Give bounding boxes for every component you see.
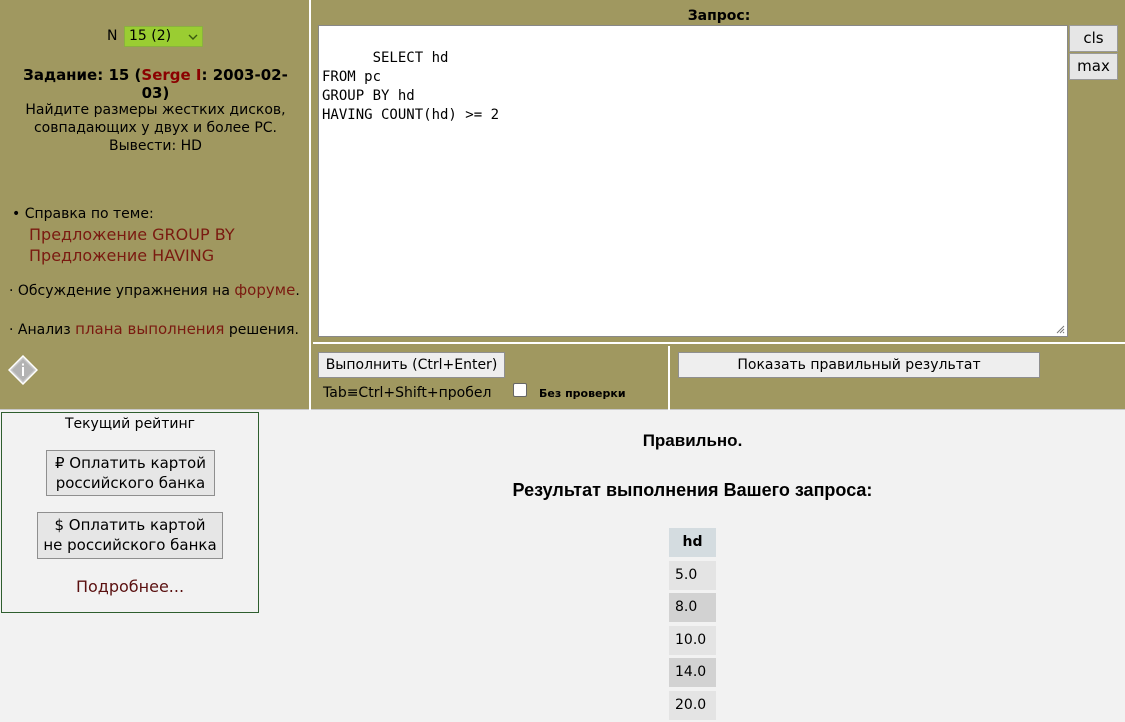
task-text: Найдите размеры жестких дисков, совпадаю…: [25, 102, 286, 154]
help-block: • Справка по теме: Предложение GROUP BY …: [12, 205, 304, 266]
show-result-panel: Показать правильный результат: [672, 346, 1125, 410]
task-selector[interactable]: 15 (2): [124, 26, 203, 47]
pay-nonrus-line2: не российского банка: [43, 536, 217, 554]
rating-box: Текущий рейтинг ₽ Оплатить картой россий…: [1, 412, 259, 613]
task-selector-value: 15 (2): [129, 28, 172, 44]
show-correct-result-button[interactable]: Показать правильный результат: [678, 352, 1040, 378]
help-link-having[interactable]: Предложение HAVING: [12, 245, 304, 266]
task-selector-label: N: [107, 28, 118, 44]
table-row: 8.0: [669, 593, 716, 622]
result-status: Правильно.: [642, 431, 743, 450]
run-panel: Выполнить (Ctrl+Enter) Tab≡Ctrl+Shift+пр…: [313, 346, 670, 410]
task-title-prefix: Задание: 15 (: [23, 66, 142, 84]
pay-nonrus-line1: $ Оплатить картой: [54, 516, 206, 534]
resize-grip-icon[interactable]: [1055, 324, 1065, 334]
forum-text: · Обсуждение упражнения на форуме.: [9, 281, 304, 301]
plan-suffix: решения.: [224, 322, 299, 338]
query-label: Запрос:: [687, 8, 751, 24]
no-check-label: Без проверки: [539, 387, 626, 400]
no-check-checkbox[interactable]: [513, 383, 527, 397]
clear-button[interactable]: cls: [1069, 25, 1118, 52]
forum-prefix: · Обсуждение упражнения на: [9, 283, 235, 299]
query-text: SELECT hd FROM pc GROUP BY hd HAVING COU…: [322, 50, 500, 123]
result-title: Результат выполнения Вашего запроса:: [512, 480, 873, 500]
result-table: hd 5.0 8.0 10.0 14.0 20.0: [669, 528, 716, 720]
plan-text: · Анализ плана выполнения решения.: [9, 320, 304, 340]
table-row: 10.0: [669, 625, 716, 655]
table-row: 5.0: [669, 560, 716, 590]
top-panel: N 15 (2) Задание: 15 (Serge I: 2003-02-0…: [0, 0, 1125, 410]
chevron-down-icon: [188, 34, 198, 40]
query-textarea[interactable]: SELECT hd FROM pc GROUP BY hd HAVING COU…: [318, 25, 1068, 337]
task-title: Задание: 15 (Serge I: 2003-02-03): [10, 66, 301, 102]
pay-foreign-card-button[interactable]: $ Оплатить картой не российского банка: [37, 512, 223, 559]
maximize-button[interactable]: max: [1069, 53, 1118, 80]
column-header-hd: hd: [669, 528, 716, 557]
pay-russian-card-button[interactable]: ₽ Оплатить картой российского банка: [46, 450, 215, 496]
run-button[interactable]: Выполнить (Ctrl+Enter): [318, 352, 505, 378]
more-link[interactable]: Подробнее...: [2, 577, 258, 596]
task-author: Serge I: [141, 66, 202, 84]
info-icon[interactable]: [8, 355, 38, 385]
plan-link[interactable]: плана выполнения: [75, 320, 224, 338]
table-row: 14.0: [669, 658, 716, 687]
forum-suffix: .: [295, 283, 300, 299]
help-link-group-by[interactable]: Предложение GROUP BY: [12, 224, 304, 245]
forum-link[interactable]: форуме: [234, 281, 295, 299]
help-label: • Справка по теме:: [12, 206, 154, 222]
table-row: 20.0: [669, 690, 716, 720]
pay-rus-line1: ₽ Оплатить картой: [55, 454, 206, 472]
plan-prefix: · Анализ: [9, 322, 76, 338]
task-panel: N 15 (2) Задание: 15 (Serge I: 2003-02-0…: [0, 0, 311, 410]
rating-title: Текущий рейтинг: [64, 416, 196, 432]
query-panel: Запрос: SELECT hd FROM pc GROUP BY hd HA…: [313, 0, 1125, 344]
pay-rus-line2: российского банка: [55, 474, 206, 492]
tab-hint: Tab≡Ctrl+Shift+пробел: [323, 385, 492, 401]
